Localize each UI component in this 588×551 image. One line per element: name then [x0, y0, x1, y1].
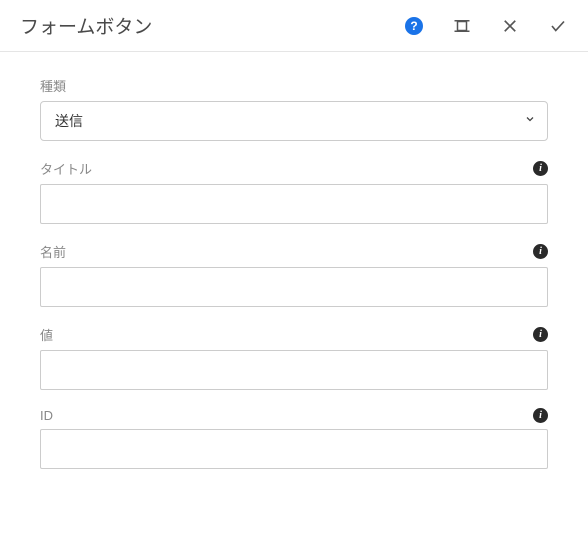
type-label: 種類: [40, 76, 66, 95]
header-actions: ?: [404, 16, 568, 36]
dialog-title: フォームボタン: [20, 12, 152, 39]
field-type: 種類 送信: [40, 76, 548, 141]
check-icon: [549, 17, 567, 35]
fullscreen-button[interactable]: [452, 16, 472, 36]
field-name: 名前 i: [40, 242, 548, 307]
info-icon[interactable]: i: [533, 408, 548, 423]
title-input[interactable]: [40, 184, 548, 224]
info-icon[interactable]: i: [533, 327, 548, 342]
close-icon: [501, 17, 519, 35]
field-id: ID i: [40, 408, 548, 469]
type-select[interactable]: 送信: [40, 101, 548, 141]
dialog-header: フォームボタン ?: [0, 0, 588, 52]
field-label-row: 種類: [40, 76, 548, 95]
value-input[interactable]: [40, 350, 548, 390]
field-label-row: タイトル i: [40, 159, 548, 178]
field-title: タイトル i: [40, 159, 548, 224]
name-label: 名前: [40, 242, 66, 261]
field-label-row: 名前 i: [40, 242, 548, 261]
confirm-button[interactable]: [548, 16, 568, 36]
id-label: ID: [40, 408, 53, 423]
value-label: 値: [40, 325, 53, 344]
field-label-row: 値 i: [40, 325, 548, 344]
name-input[interactable]: [40, 267, 548, 307]
fullscreen-icon: [453, 17, 471, 35]
dialog-content: 種類 送信 タイトル i 名前 i 値 i: [0, 52, 588, 511]
type-select-wrapper: 送信: [40, 101, 548, 141]
info-icon[interactable]: i: [533, 244, 548, 259]
close-button[interactable]: [500, 16, 520, 36]
info-icon[interactable]: i: [533, 161, 548, 176]
help-button[interactable]: ?: [404, 16, 424, 36]
field-label-row: ID i: [40, 408, 548, 423]
help-icon: ?: [405, 17, 423, 35]
title-label: タイトル: [40, 159, 92, 178]
id-input[interactable]: [40, 429, 548, 469]
field-value: 値 i: [40, 325, 548, 390]
